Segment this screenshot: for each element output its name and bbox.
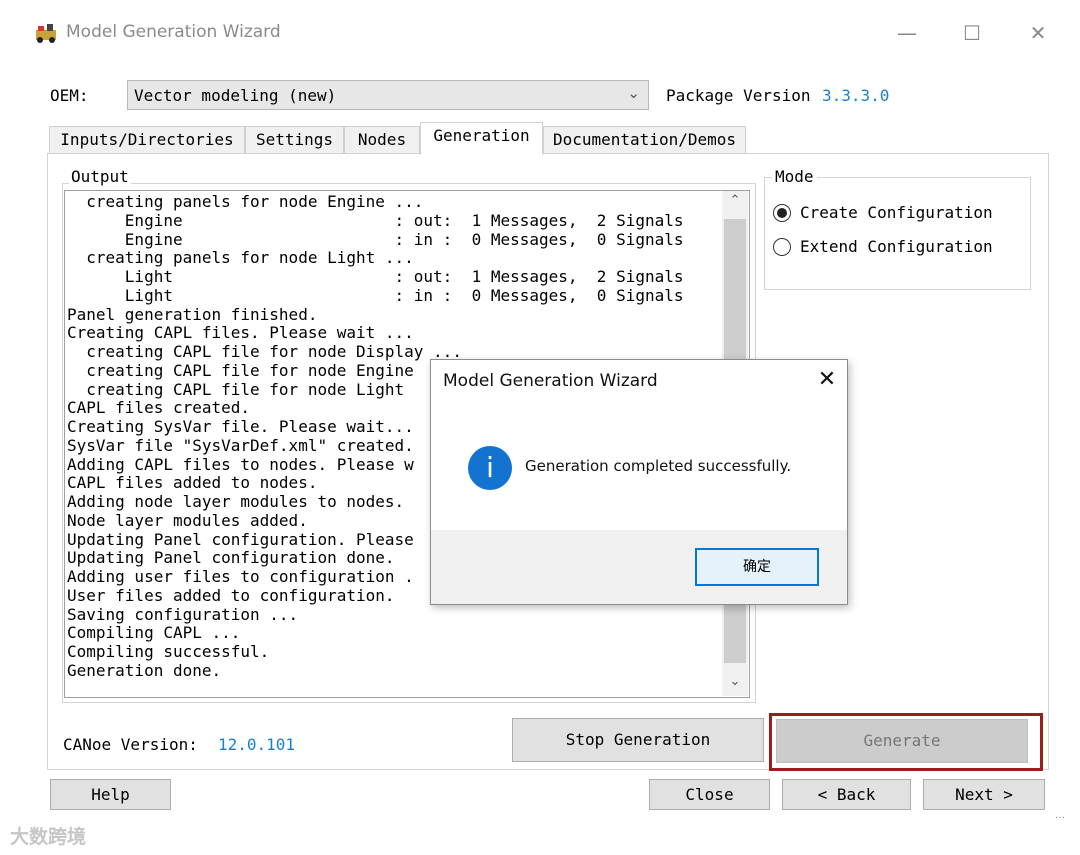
message-dialog: Model Generation Wizard ✕ i Generation c… xyxy=(430,359,848,605)
output-group-label: Output xyxy=(69,167,131,186)
output-line: Panel generation finished. xyxy=(67,304,318,324)
output-line: Adding node layer modules to nodes. xyxy=(67,492,405,511)
oem-label: OEM: xyxy=(50,86,89,105)
output-line: Engine : in : 0 Messages, 0 Signals xyxy=(67,229,684,249)
tab-generation[interactable]: Generation xyxy=(420,122,543,155)
output-line: Node layer modules added. xyxy=(67,510,308,530)
dialog-title: Model Generation Wizard xyxy=(443,371,658,391)
maximize-button[interactable]: ☐ xyxy=(957,18,987,48)
dialog-footer: 确定 xyxy=(431,530,847,604)
create-configuration-radio[interactable] xyxy=(773,204,791,222)
output-line: Adding user files to configuration . xyxy=(67,567,414,586)
scroll-up-icon[interactable]: ⌃ xyxy=(722,193,748,215)
help-button[interactable]: Help xyxy=(50,779,171,810)
tab-settings[interactable]: Settings xyxy=(245,126,344,154)
extend-configuration-label[interactable]: Extend Configuration xyxy=(800,237,993,256)
output-line: Saving configuration ... xyxy=(67,604,299,624)
output-line: creating panels for node Light ... xyxy=(67,248,414,268)
output-line: Light : in : 0 Messages, 0 Signals xyxy=(67,285,684,305)
canoe-version-value: 12.0.101 xyxy=(218,735,296,754)
tab-inputs-directories[interactable]: Inputs/Directories xyxy=(49,126,245,154)
info-icon: i xyxy=(468,446,512,490)
mode-group-label: Mode xyxy=(772,167,817,186)
mode-group xyxy=(764,177,1031,290)
dialog-message: Generation completed successfully. xyxy=(525,457,792,475)
tab-nodes[interactable]: Nodes xyxy=(344,126,420,154)
window-title: Model Generation Wizard xyxy=(66,22,281,42)
close-window-button[interactable]: ✕ xyxy=(1023,18,1053,48)
close-button[interactable]: Close xyxy=(649,779,770,810)
ok-button[interactable]: 确定 xyxy=(695,548,819,586)
output-line: creating CAPL file for node Engine xyxy=(67,360,414,380)
package-version-value: 3.3.3.0 xyxy=(822,86,890,105)
generate-button[interactable]: Generate xyxy=(776,719,1028,763)
oem-select[interactable]: Vector modeling (new) ⌄ xyxy=(127,80,649,110)
extend-configuration-radio[interactable] xyxy=(773,238,791,256)
create-configuration-label[interactable]: Create Configuration xyxy=(800,203,993,222)
oem-selected-value: Vector modeling (new) xyxy=(134,86,337,105)
output-line: CAPL files created. xyxy=(67,398,251,418)
watermark: 大数跨境 xyxy=(10,826,87,848)
package-version-label: Package Version xyxy=(666,86,811,105)
output-line: Engine : out: 1 Messages, 2 Signals xyxy=(67,210,684,230)
output-line: Compiling successful. xyxy=(67,642,270,661)
resize-grip-icon[interactable]: … xyxy=(1055,810,1065,821)
stop-generation-button[interactable]: Stop Generation xyxy=(512,718,764,762)
dialog-close-icon[interactable]: ✕ xyxy=(813,366,841,394)
output-line: CAPL files added to nodes. xyxy=(67,473,318,493)
scroll-down-icon[interactable]: ⌄ xyxy=(722,674,748,696)
app-icon xyxy=(36,24,56,43)
output-line: Creating CAPL files. Please wait ... xyxy=(67,323,414,343)
output-line: creating CAPL file for node Light xyxy=(67,379,405,399)
back-button[interactable]: < Back xyxy=(782,779,911,810)
output-line: SysVar file "SysVarDef.xml" created. xyxy=(67,435,414,455)
output-line: creating panels for node Engine ... xyxy=(67,192,424,211)
next-button[interactable]: Next > xyxy=(923,779,1045,810)
minimize-button[interactable]: — xyxy=(892,18,922,48)
tab-documentation-demos[interactable]: Documentation/Demos xyxy=(543,126,746,154)
output-line: Updating Panel configuration done. xyxy=(67,548,395,568)
output-line: Light : out: 1 Messages, 2 Signals xyxy=(67,267,684,286)
canoe-version-label: CANoe Version: xyxy=(63,735,198,754)
output-line: User files added to configuration. xyxy=(67,585,395,605)
output-line: Compiling CAPL ... xyxy=(67,623,241,643)
output-line: Updating Panel configuration. Please xyxy=(67,529,414,549)
output-line: Creating SysVar file. Please wait... xyxy=(67,417,414,436)
output-line: Adding CAPL files to nodes. Please w xyxy=(67,454,414,474)
output-line: creating CAPL file for node Display ... xyxy=(67,342,462,361)
output-line: Generation done. xyxy=(67,660,222,680)
chevron-down-icon: ⌄ xyxy=(627,84,640,102)
